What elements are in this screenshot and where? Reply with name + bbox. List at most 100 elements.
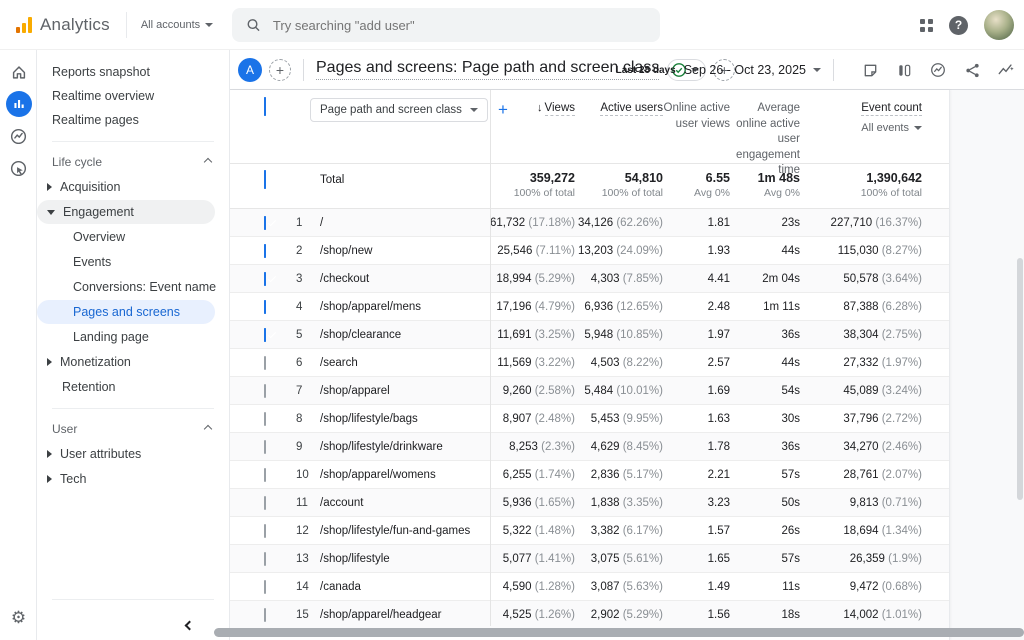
- chevron-down-icon: [914, 126, 922, 130]
- nav-divider: [52, 141, 214, 142]
- table-row: 4 /shop/apparel/mens 17,196 (4.79%) 6,93…: [230, 293, 949, 321]
- row-checkbox[interactable]: [264, 608, 266, 622]
- nav-section-life-cycle[interactable]: Life cycle: [37, 150, 229, 174]
- total-label: Total: [320, 171, 490, 186]
- nav-tech[interactable]: Tech: [37, 467, 229, 491]
- row-page-path: /shop/clearance: [320, 329, 490, 341]
- horizontal-scrollbar[interactable]: [214, 628, 1024, 637]
- nav-reports-snapshot[interactable]: Reports snapshot: [37, 60, 229, 84]
- sort-descending-icon: ↓: [537, 102, 543, 114]
- explore-icon[interactable]: [0, 120, 37, 152]
- report-nav: Reports snapshot Realtime overview Realt…: [37, 50, 230, 640]
- dimension-selector[interactable]: Page path and screen class: [310, 98, 488, 122]
- row-checkbox[interactable]: [264, 272, 266, 286]
- row-checkbox[interactable]: [264, 412, 266, 426]
- table-row: 10 /shop/apparel/womens 6,255 (1.74%) 2,…: [230, 461, 949, 489]
- row-checkbox[interactable]: [264, 384, 266, 398]
- nav-realtime-pages[interactable]: Realtime pages: [37, 108, 229, 132]
- column-header-online-views[interactable]: Online active user views: [663, 98, 730, 132]
- row-checkbox[interactable]: [264, 216, 266, 230]
- nav-events[interactable]: Events: [37, 250, 229, 274]
- row-checkbox[interactable]: [264, 468, 266, 482]
- header-divider: [303, 59, 304, 81]
- property-avatar[interactable]: A: [238, 58, 262, 82]
- chevron-up-icon: [204, 158, 212, 166]
- comparisons-icon[interactable]: [892, 58, 916, 82]
- row-rank: 14: [286, 581, 320, 593]
- row-checkbox[interactable]: [264, 328, 266, 342]
- account-switcher[interactable]: All accounts: [141, 19, 213, 31]
- date-range-picker[interactable]: Sep 26 - Oct 23, 2025: [684, 63, 821, 77]
- table-toolbar: Page path and screen class + ↓Views Acti…: [230, 90, 949, 163]
- nav-landing-page[interactable]: Landing page: [37, 325, 229, 349]
- chevron-left-icon: [185, 621, 195, 631]
- expand-right-icon: [47, 450, 52, 458]
- table-row: 9 /shop/lifestyle/drinkware 8,253 (2.3%)…: [230, 433, 949, 461]
- collapse-sidebar-button[interactable]: [186, 618, 193, 632]
- row-page-path: /account: [320, 497, 490, 509]
- row-page-path: /shop/apparel: [320, 385, 490, 397]
- row-checkbox[interactable]: [264, 524, 266, 538]
- nav-realtime-overview[interactable]: Realtime overview: [37, 84, 229, 108]
- nav-conversions[interactable]: Conversions: Event name: [37, 275, 229, 299]
- search-icon: [246, 17, 261, 33]
- nav-rail: ⚙: [0, 50, 37, 640]
- search-input[interactable]: [273, 18, 646, 33]
- nav-acquisition[interactable]: Acquisition: [37, 175, 229, 199]
- row-rank: 12: [286, 525, 320, 537]
- table-row: 11 /account 5,936 (1.65%) 1,838 (3.35%) …: [230, 489, 949, 517]
- row-checkbox[interactable]: [264, 244, 266, 258]
- table-row: 15 /shop/apparel/headgear 4,525 (1.26%) …: [230, 601, 949, 629]
- settings-gear-icon[interactable]: ⚙: [0, 608, 37, 628]
- row-rank: 5: [286, 329, 320, 341]
- nav-retention[interactable]: Retention: [37, 375, 229, 399]
- nav-monetization[interactable]: Monetization: [37, 350, 229, 374]
- customize-report-icon[interactable]: [994, 58, 1018, 82]
- report-table-card: Page path and screen class + ↓Views Acti…: [230, 90, 950, 640]
- row-page-path: /canada: [320, 581, 490, 593]
- table-row: 2 /shop/new 25,546 (7.11%) 13,203 (24.09…: [230, 237, 949, 265]
- user-avatar[interactable]: [984, 10, 1014, 40]
- chevron-up-icon: [204, 425, 212, 433]
- reports-icon[interactable]: [0, 88, 37, 120]
- share-icon[interactable]: [960, 58, 984, 82]
- row-rank: 7: [286, 385, 320, 397]
- row-checkbox[interactable]: [264, 440, 266, 454]
- row-page-path: /search: [320, 357, 490, 369]
- product-name: Analytics: [40, 15, 110, 35]
- global-search[interactable]: [232, 8, 660, 42]
- account-switcher-label: All accounts: [141, 19, 200, 31]
- vertical-scrollbar[interactable]: [1017, 258, 1023, 500]
- row-checkbox[interactable]: [264, 496, 266, 510]
- row-checkbox[interactable]: [264, 356, 266, 370]
- apps-grid-icon[interactable]: [920, 19, 933, 32]
- column-header-active-users[interactable]: Active users: [575, 98, 663, 117]
- nav-engagement-overview[interactable]: Overview: [37, 225, 229, 249]
- event-filter-dropdown[interactable]: All events: [861, 121, 922, 136]
- column-header-views[interactable]: ↓Views: [490, 98, 575, 117]
- home-icon[interactable]: [0, 56, 37, 88]
- column-header-avg-time[interactable]: Average online active user engagement ti…: [730, 98, 800, 179]
- table-row: 14 /canada 4,590 (1.28%) 3,087 (5.63%) 1…: [230, 573, 949, 601]
- nav-pages-and-screens[interactable]: Pages and screens: [37, 300, 215, 324]
- insights-icon[interactable]: [926, 58, 950, 82]
- advertising-icon[interactable]: [0, 152, 37, 184]
- help-icon[interactable]: ?: [949, 16, 968, 35]
- nav-divider: [52, 599, 214, 600]
- topbar-divider: [126, 12, 127, 38]
- row-rank: 9: [286, 441, 320, 453]
- nav-engagement[interactable]: Engagement: [37, 200, 215, 224]
- nav-user-attributes[interactable]: User attributes: [37, 442, 229, 466]
- row-rank: 8: [286, 413, 320, 425]
- select-all-checkbox[interactable]: [264, 97, 266, 116]
- add-comparison-button[interactable]: +: [269, 59, 291, 81]
- nav-section-user[interactable]: User: [37, 417, 229, 441]
- total-checkbox[interactable]: [264, 170, 266, 189]
- row-checkbox[interactable]: [264, 580, 266, 594]
- column-header-event-count[interactable]: Event count All events: [800, 98, 922, 136]
- row-checkbox[interactable]: [264, 552, 266, 566]
- row-page-path: /: [320, 217, 490, 229]
- note-icon[interactable]: [858, 58, 882, 82]
- row-rank: 6: [286, 357, 320, 369]
- row-checkbox[interactable]: [264, 300, 266, 314]
